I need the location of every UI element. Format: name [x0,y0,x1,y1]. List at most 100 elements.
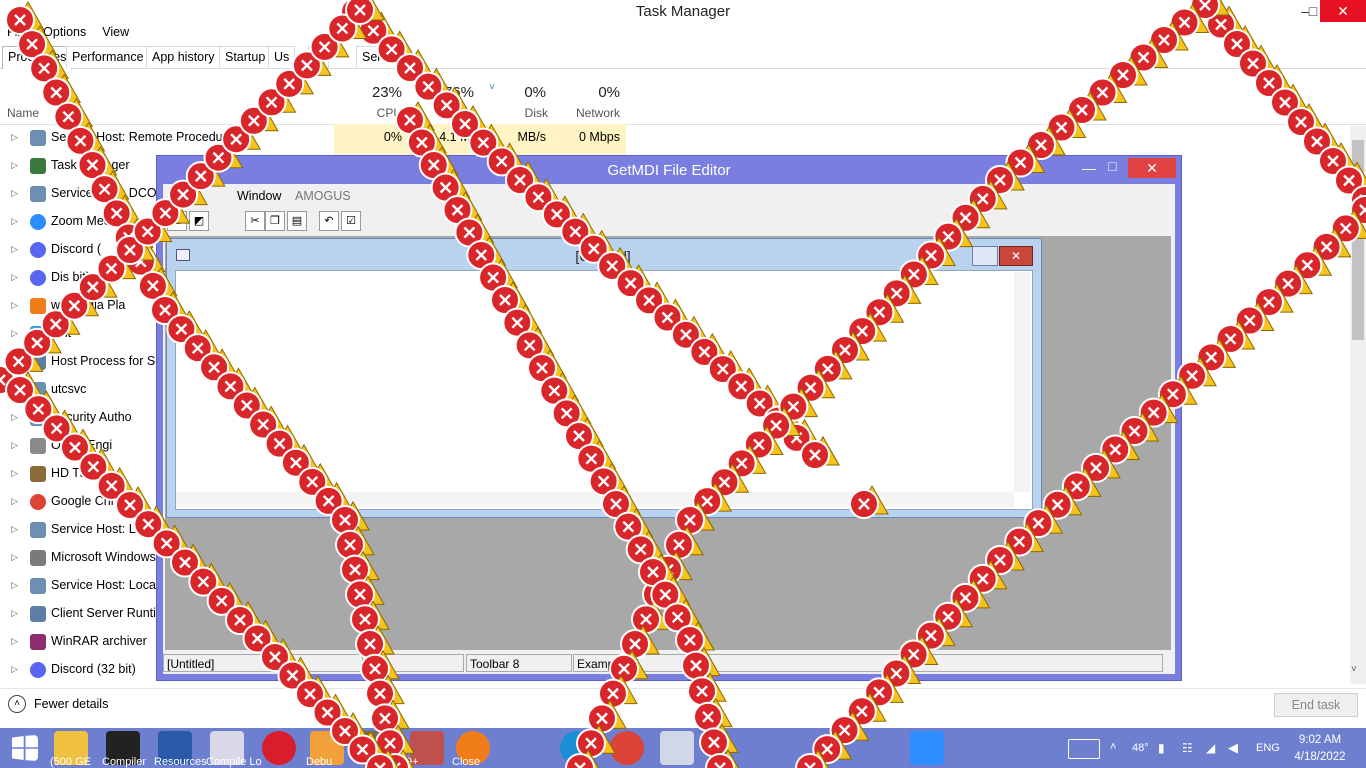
mdi-toolbar: □ ◩ ✂ ❐ ▤ ↶ ☑ [163,208,1173,234]
mdi-maximize-button[interactable]: □ [1108,158,1116,174]
collapse-chevron-icon[interactable]: ˄ [8,695,26,713]
monitor-icon[interactable] [660,731,694,765]
expand-chevron-icon[interactable]: ▷ [11,440,18,451]
status-empty [366,654,464,672]
tab-processes[interactable]: Processes [2,46,73,69]
status-toolbar: Toolbar 8 [466,654,572,672]
expand-chevron-icon[interactable]: ▷ [11,300,18,311]
mdi-minimize-button[interactable]: — [1082,160,1096,176]
expand-chevron-icon[interactable]: ▷ [11,524,18,535]
process-name: Security Autho [51,410,132,424]
gear-icon [30,410,46,426]
clock-time[interactable]: 9:02 AM [1290,734,1350,746]
expand-chevron-icon[interactable]: ▷ [11,216,18,227]
process-name: Dis bit) [51,270,90,284]
properties-icon[interactable]: ☑ [341,211,361,231]
discord-icon [30,662,46,678]
process-name: Service Host: Remote Procedu [51,130,223,144]
volume-icon[interactable]: ◀ [1228,740,1238,756]
process-name: Host Process for Set [51,354,166,368]
taskbar-item-label: Debu [306,756,333,768]
menu-options[interactable]: Options [36,24,95,39]
scroll-down-arrow-icon[interactable]: ˅ [1351,664,1357,675]
child-close-button[interactable]: ✕ [999,246,1033,266]
process-name: Service Host: DCOI [51,186,161,200]
table-row[interactable]: ▷ Service Host: Remote Procedu [0,124,1352,152]
menu-file[interactable]: File [0,24,36,39]
opera-icon[interactable] [262,731,296,765]
end-task-button[interactable]: End task [1274,693,1358,717]
tray-up-arrow-icon[interactable]: ˄ [1110,741,1116,753]
gimp-icon[interactable] [358,731,392,765]
tab-startup[interactable]: Startup [219,46,272,68]
signal-icon[interactable]: ◢ [1206,741,1215,755]
expand-chevron-icon[interactable]: ▷ [11,272,18,283]
expand-chevron-icon[interactable]: ▷ [11,580,18,591]
onedrive-icon [30,438,46,454]
menu-view[interactable]: View [95,24,138,39]
scrollbar-thumb[interactable] [1352,140,1364,340]
expand-chevron-icon[interactable]: ▷ [11,496,18,507]
expand-chevron-icon[interactable]: ▷ [11,412,18,423]
tab-performance[interactable]: Performance [66,46,150,68]
expand-chevron-icon[interactable]: ▷ [11,552,18,563]
editor-vertical-scrollbar[interactable] [1014,272,1030,492]
expand-chevron-icon[interactable]: ▷ [11,384,18,395]
editor-horizontal-scrollbar[interactable] [176,492,1014,507]
open-icon[interactable]: ◩ [189,211,209,231]
window-icon [30,606,46,622]
taskbar-item-label: Resources [154,756,207,768]
expand-chevron-icon[interactable]: ▷ [11,636,18,647]
expand-chevron-icon[interactable]: ▷ [11,328,18,339]
memory-column-label[interactable]: Mer [408,106,458,120]
gear-icon [30,186,46,202]
fewer-details-link[interactable]: Fewer details [34,697,108,711]
taskbar-item-label: Compiler [102,756,147,768]
edge-icon[interactable] [560,731,594,765]
expand-chevron-icon[interactable]: ▷ [11,356,18,367]
new-icon[interactable]: □ [167,211,187,231]
network-percent: 0% [598,84,620,101]
undo-icon[interactable]: ↶ [319,211,339,231]
process-name: utcsvc [51,382,87,396]
paste-icon[interactable]: ▤ [287,211,307,231]
chrome-icon[interactable] [610,731,644,765]
network-column-label[interactable]: Network [554,106,620,120]
mdi-close-button[interactable]: ✕ [1128,158,1176,178]
restore-button[interactable]: □ [1290,0,1336,22]
battery-icon[interactable]: ▮ [1158,741,1165,755]
menu-amogus[interactable]: AMOGUS [295,189,351,203]
taskbar-item-label: (500 GE [50,756,91,768]
expand-chevron-icon[interactable]: ▷ [11,664,18,675]
expand-chevron-icon[interactable]: ▷ [11,608,18,619]
copy-icon[interactable]: ❐ [265,211,285,231]
name-column-label[interactable]: Name [7,106,39,120]
discord-icon [30,242,46,258]
tab-details[interactable]: ls [308,46,330,68]
zoom-icon[interactable] [910,731,944,765]
clock-date[interactable]: 4/18/2022 [1290,751,1350,763]
process-name: Google Chro [51,494,122,508]
expand-chevron-icon[interactable]: ▷ [11,244,18,255]
input-language[interactable]: ENG [1256,742,1280,754]
keyboard-icon[interactable] [1068,739,1100,759]
editor-text-area[interactable] [175,270,1033,510]
tab-users[interactable]: Us [268,46,296,68]
expand-chevron-icon[interactable]: ▷ [11,160,18,171]
expand-chevron-icon[interactable]: ▷ [11,188,18,199]
child-restore-button[interactable] [972,246,998,266]
weather-temperature[interactable]: 48° [1132,742,1149,754]
expand-chevron-icon[interactable]: ▷ [11,468,18,479]
cut-icon[interactable]: ✂ [245,211,265,231]
process-name: Discord (32 bit) [51,662,136,676]
cpu-column-label[interactable]: CPU [336,106,402,120]
tab-app-history[interactable]: App history [146,46,221,68]
disk-column-label[interactable]: Disk [480,106,548,120]
tab-services[interactable]: Servic [356,46,403,68]
window-icon [30,354,46,370]
network-icon[interactable]: ☷ [1182,741,1193,755]
gear-icon [30,130,46,146]
menu-window[interactable]: Window [237,189,281,203]
media-player-icon [30,298,46,314]
expand-chevron-icon[interactable]: ▷ [11,132,18,143]
